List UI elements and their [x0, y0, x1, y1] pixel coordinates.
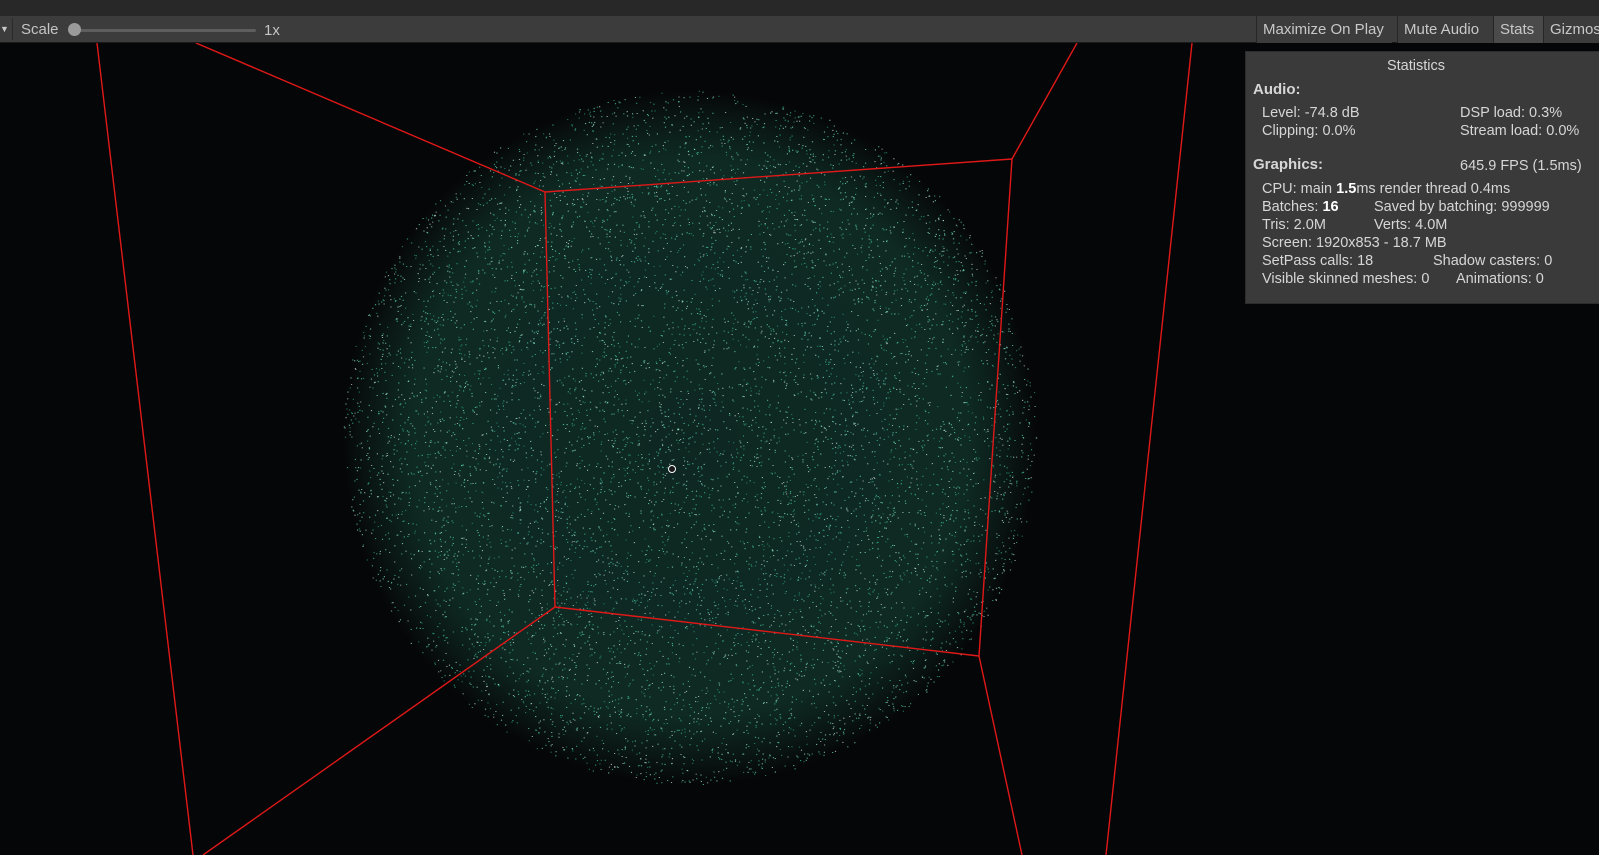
statistics-title: Statistics: [1386, 58, 1445, 74]
setpass-calls: SetPass calls: 18: [1262, 253, 1374, 269]
toolbar-divider: [12, 18, 13, 40]
dropdown-arrow-icon[interactable]: ▼: [0, 23, 9, 35]
cpu-main-value: 1.5: [1336, 181, 1357, 197]
audio-level: Level: -74.8 dB: [1262, 105, 1360, 121]
fps-readout: 645.9 FPS (1.5ms): [1460, 158, 1582, 174]
verts: Verts: 4.0M: [1374, 217, 1448, 233]
scale-slider-thumb[interactable]: [68, 23, 81, 36]
dsp-load: DSP load: 0.3%: [1460, 105, 1563, 121]
scale-slider[interactable]: [72, 29, 256, 32]
cpu-suffix: ms render thread 0.4ms: [1356, 181, 1511, 197]
visible-skinned-meshes: Visible skinned meshes: 0: [1262, 271, 1430, 287]
batches-value: 16: [1322, 199, 1339, 215]
tris: Tris: 2.0M: [1262, 217, 1326, 233]
top-strip: [0, 0, 1599, 16]
batches-prefix: Batches:: [1262, 199, 1323, 215]
scale-label: Scale: [21, 21, 59, 38]
audio-heading: Audio:: [1253, 81, 1301, 98]
graphics-heading: Graphics:: [1253, 156, 1324, 173]
scale-value: 1x: [264, 22, 280, 39]
mute-audio-button[interactable]: Mute Audio: [1397, 16, 1493, 43]
screen-info: Screen: 1920x853 - 18.7 MB: [1262, 235, 1447, 251]
animations: Animations: 0: [1456, 271, 1544, 287]
statistics-panel: Statistics Audio: Level: -74.8 dB Clippi…: [1245, 51, 1599, 304]
cpu-prefix: CPU: main: [1262, 181, 1337, 197]
audio-clipping: Clipping: 0.0%: [1262, 123, 1356, 139]
shadow-casters: Shadow casters: 0: [1433, 253, 1553, 269]
stats-button[interactable]: Stats: [1493, 16, 1543, 43]
cpu-timing: CPU: main 1.5ms render thread 0.4ms: [1262, 181, 1510, 197]
stream-load: Stream load: 0.0%: [1460, 123, 1580, 139]
batches: Batches: 16: [1262, 199, 1339, 215]
game-view-toolbar: ▼ Scale 1x Maximize On Play Mute Audio S…: [0, 16, 1599, 43]
maximize-on-play-button[interactable]: Maximize On Play: [1256, 16, 1392, 43]
mouse-cursor-icon: [668, 465, 676, 473]
saved-by-batching: Saved by batching: 999999: [1374, 199, 1550, 215]
gizmos-button[interactable]: Gizmos: [1543, 16, 1599, 43]
